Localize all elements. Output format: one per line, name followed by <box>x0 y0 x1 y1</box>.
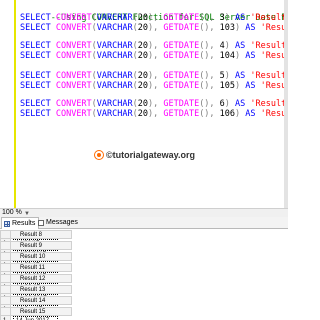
select-all-corner[interactable] <box>0 307 11 316</box>
sql-statement-line: SELECT CONVERT(VARCHAR(20), GETDATE(), 1… <box>20 50 288 62</box>
sql-keyword-varchar: VARCHAR <box>96 81 133 91</box>
sql-statement-line: SELECT CONVERT(VARCHAR(20), GETDATE(), 1… <box>20 108 288 120</box>
sql-punctuation: ) <box>235 51 246 61</box>
results-pane[interactable]: Result 8114/06/17Result 9114/06/2017Resu… <box>0 229 288 320</box>
sql-varchar-length: 20 <box>137 109 148 119</box>
select-all-corner[interactable] <box>0 296 11 305</box>
result-header-row: Result 13 <box>0 285 72 294</box>
sql-punctuation: (), <box>199 109 220 119</box>
sql-style-code: 104 <box>219 51 236 61</box>
tab-messages[interactable]: Messages <box>36 217 81 229</box>
row-number[interactable]: 1 <box>0 316 11 320</box>
sql-function-convert: CONVERT <box>55 81 92 91</box>
sql-punctuation: (), <box>199 81 220 91</box>
results-grid-icon <box>4 220 10 227</box>
tab-results[interactable]: Results <box>1 217 40 229</box>
sql-function-getdate: GETDATE <box>163 109 200 119</box>
sql-style-code: 105 <box>219 81 236 91</box>
column-header[interactable]: Result 11 <box>11 263 72 272</box>
sql-punctuation: ), <box>148 109 164 119</box>
result-cell[interactable]: 14 Jun 2017 <box>13 316 58 320</box>
select-all-corner[interactable] <box>0 230 11 239</box>
result-grid[interactable]: Result 15114 Jun 2017 <box>0 307 90 320</box>
editor-gutter <box>0 0 16 208</box>
result-header-row: Result 14 <box>0 296 72 305</box>
select-all-corner[interactable] <box>0 285 11 294</box>
sql-keyword-select: SELECT <box>20 109 51 119</box>
sql-statement-line: SELECT CONVERT(VARCHAR(20), GETDATE(), 1… <box>20 80 288 92</box>
sql-varchar-length: 20 <box>137 51 148 61</box>
sql-keyword-as: AS <box>245 109 256 119</box>
table-row[interactable]: 114 Jun 2017 <box>0 316 72 320</box>
sql-function-getdate: GETDATE <box>163 23 200 33</box>
sql-statement-line: SELECT CONVERT(VARCHAR(20), GETDATE(), 1… <box>20 22 288 34</box>
sql-punctuation: ), <box>148 23 164 33</box>
tab-messages-label: Messages <box>46 219 78 226</box>
sql-varchar-length: 20 <box>137 81 148 91</box>
select-all-corner[interactable] <box>0 274 11 283</box>
result-header-row: Result 10 <box>0 252 72 261</box>
sql-varchar-length: 20 <box>137 23 148 33</box>
column-header[interactable]: Result 12 <box>11 274 72 283</box>
sql-keyword-as: AS <box>245 23 256 33</box>
sql-function-getdate: GETDATE <box>163 51 200 61</box>
sql-keyword-as: AS <box>245 81 256 91</box>
sql-keyword-as: AS <box>245 51 256 61</box>
column-header[interactable]: Result 9 <box>11 241 72 250</box>
sql-keyword-select: SELECT <box>20 51 51 61</box>
zoom-level[interactable]: 100 % <box>2 209 22 217</box>
messages-icon <box>38 220 44 226</box>
sql-keyword-select: SELECT <box>20 23 51 33</box>
sql-punctuation: (), <box>199 51 220 61</box>
sql-keyword-varchar: VARCHAR <box>96 109 133 119</box>
sql-function-getdate: GETDATE <box>163 81 200 91</box>
sql-function-convert: CONVERT <box>55 109 92 119</box>
result-header-row: Result 9 <box>0 241 72 250</box>
sql-punctuation: ) <box>235 109 246 119</box>
query-editor[interactable]: --Using CONVERT Function for SQL Server … <box>0 0 288 208</box>
tab-results-label: Results <box>12 219 36 227</box>
sql-keyword-varchar: VARCHAR <box>96 51 133 61</box>
result-tabs: Results Messages <box>0 217 288 229</box>
sql-keyword-select: SELECT <box>20 81 51 91</box>
sql-punctuation: ), <box>148 51 164 61</box>
result-header-row: Result 12 <box>0 274 72 283</box>
sql-punctuation: ) <box>235 23 246 33</box>
sql-keyword-varchar: VARCHAR <box>96 23 133 33</box>
column-header[interactable]: Result 15 <box>11 307 72 316</box>
column-header[interactable]: Result 8 <box>11 230 72 239</box>
select-all-corner[interactable] <box>0 252 11 261</box>
select-all-corner[interactable] <box>0 241 11 250</box>
sql-punctuation: (), <box>199 23 220 33</box>
column-header[interactable]: Result 14 <box>11 296 72 305</box>
editor-status-bar: 100 % ▼ <box>0 208 288 217</box>
result-header-row: Result 15 <box>0 307 72 316</box>
column-header[interactable]: Result 13 <box>11 285 72 294</box>
column-header[interactable]: Result 10 <box>11 252 72 261</box>
tutorialgateway-logo-icon <box>95 151 103 159</box>
sql-style-code: 106 <box>219 109 236 119</box>
select-all-corner[interactable] <box>0 263 11 272</box>
editor-scrollbar[interactable] <box>284 0 288 208</box>
watermark: ©tutorialgateway.org <box>95 150 195 160</box>
sql-punctuation: ), <box>148 81 164 91</box>
sql-punctuation: ) <box>235 81 246 91</box>
result-header-row: Result 11 <box>0 263 72 272</box>
sql-function-convert: CONVERT <box>55 23 92 33</box>
watermark-text: ©tutorialgateway.org <box>106 150 195 160</box>
sql-function-convert: CONVERT <box>55 51 92 61</box>
sql-comment-line: --Using CONVERT Function for SQL Server … <box>20 0 288 23</box>
result-header-row: Result 8 <box>0 230 72 239</box>
sql-style-code: 103 <box>219 23 236 33</box>
